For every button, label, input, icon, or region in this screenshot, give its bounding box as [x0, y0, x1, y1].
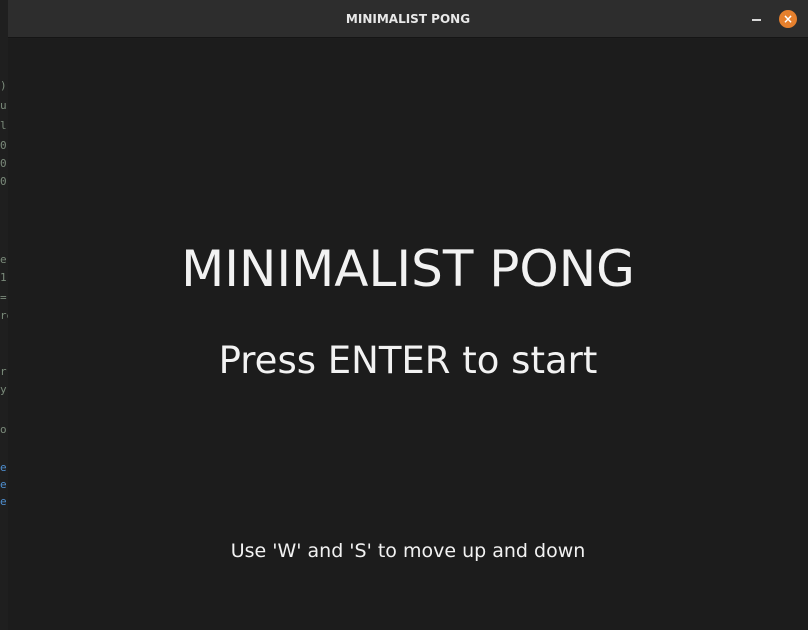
- editor-text-fragment: r: [0, 366, 7, 378]
- editor-text-fragment: e: [0, 479, 7, 491]
- editor-text-fragment: e: [0, 462, 7, 474]
- editor-text-fragment: e: [0, 496, 7, 508]
- editor-text-fragment: ): [0, 80, 7, 92]
- game-canvas[interactable]: MINIMALIST PONG Press ENTER to start Use…: [8, 39, 808, 630]
- editor-text-fragment: 0: [0, 176, 7, 188]
- editor-text-fragment: 1: [0, 272, 7, 284]
- editor-text-fragment: re: [0, 310, 8, 322]
- window-titlebar[interactable]: MINIMALIST PONG ×: [8, 0, 808, 38]
- editor-text-fragment: 0: [0, 158, 7, 170]
- controls-hint: Use 'W' and 'S' to move up and down: [230, 540, 586, 562]
- editor-text-fragment: =: [0, 292, 7, 304]
- editor-text-fragment: u: [0, 100, 7, 112]
- editor-text-fragment: o: [0, 424, 7, 436]
- minimize-icon[interactable]: [748, 10, 766, 28]
- start-prompt: Press ENTER to start: [218, 339, 598, 382]
- editor-text-fragment: 0: [0, 140, 7, 152]
- window-title: MINIMALIST PONG: [345, 12, 471, 26]
- game-title: MINIMALIST PONG: [181, 240, 635, 298]
- editor-text-fragment: e: [0, 254, 7, 266]
- editor-text-fragment: y: [0, 384, 7, 396]
- close-icon[interactable]: ×: [779, 10, 797, 28]
- editor-text-fragment: l: [0, 120, 7, 132]
- game-window: MINIMALIST PONG × MINIMALIST PONG Press …: [8, 0, 808, 630]
